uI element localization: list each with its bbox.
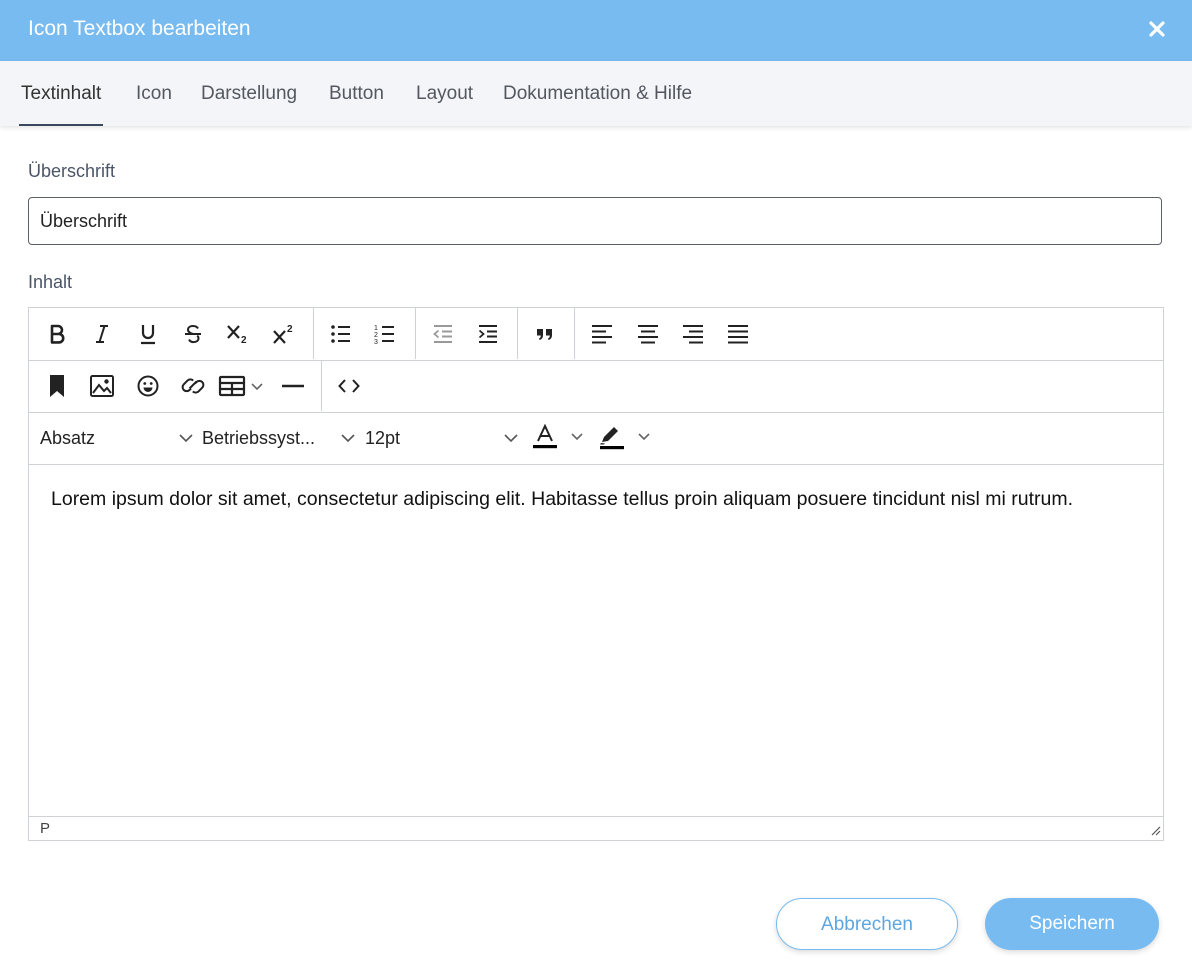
align-center-icon[interactable] xyxy=(631,318,665,350)
underline-icon[interactable] xyxy=(131,318,165,350)
numbered-list-icon[interactable]: 123 xyxy=(368,318,402,350)
rich-text-editor: 2 2 123 Absatz Betriebssyst... 12pt Lore… xyxy=(28,307,1164,841)
font-size-select[interactable]: 12pt xyxy=(365,412,521,463)
block-format-select[interactable]: Absatz xyxy=(40,412,195,463)
highlight-color-icon[interactable] xyxy=(596,422,658,454)
tab-darstellung[interactable]: Darstellung xyxy=(201,61,297,126)
heading-input[interactable] xyxy=(28,197,1162,245)
tab-textinhalt[interactable]: Textinhalt xyxy=(18,61,104,126)
blockquote-icon[interactable] xyxy=(528,318,562,350)
bold-icon[interactable] xyxy=(40,318,74,350)
horizontal-rule-icon[interactable] xyxy=(276,370,310,402)
editor-toolbar-row-3: Absatz Betriebssyst... 12pt xyxy=(29,412,1163,465)
align-left-icon[interactable] xyxy=(585,318,619,350)
font-family-value: Betriebssyst... xyxy=(202,428,316,448)
chevron-down-icon xyxy=(179,434,193,443)
tab-icon[interactable]: Icon xyxy=(136,61,172,126)
toolbar-separator xyxy=(517,308,518,359)
font-family-select[interactable]: Betriebssyst... xyxy=(202,412,358,463)
tab-bar: Textinhalt Icon Darstellung Button Layou… xyxy=(0,61,1192,126)
toolbar-separator xyxy=(321,360,322,411)
resize-handle-icon[interactable] xyxy=(1149,823,1161,840)
dialog-header: Icon Textbox bearbeiten xyxy=(0,0,1192,61)
toolbar-separator xyxy=(574,308,575,359)
strikethrough-icon[interactable] xyxy=(176,318,210,350)
content-field-label: Inhalt xyxy=(28,272,73,292)
cancel-button[interactable]: Abbrechen xyxy=(776,898,958,950)
close-icon[interactable] xyxy=(1144,16,1170,42)
svg-text:2: 2 xyxy=(287,324,293,335)
svg-text:2: 2 xyxy=(241,335,247,346)
element-path[interactable]: P xyxy=(40,820,50,837)
outdent-icon[interactable] xyxy=(426,318,460,350)
align-justify-icon[interactable] xyxy=(721,318,755,350)
indent-icon[interactable] xyxy=(471,318,505,350)
tab-layout[interactable]: Layout xyxy=(416,61,473,126)
emoji-icon[interactable] xyxy=(131,370,165,402)
superscript-icon[interactable]: 2 xyxy=(267,318,301,350)
editor-toolbar-row-1: 2 2 123 xyxy=(29,308,1163,361)
source-code-icon[interactable] xyxy=(332,370,366,402)
subscript-icon[interactable]: 2 xyxy=(221,318,255,350)
tab-button[interactable]: Button xyxy=(329,61,384,126)
toolbar-separator xyxy=(415,308,416,359)
tab-dokumentation-hilfe[interactable]: Dokumentation & Hilfe xyxy=(503,61,692,126)
svg-text:2: 2 xyxy=(374,332,378,339)
heading-field-label: Überschrift xyxy=(28,161,116,181)
bookmark-icon[interactable] xyxy=(40,370,74,402)
toolbar-separator xyxy=(313,308,314,359)
chevron-down-icon xyxy=(504,434,518,443)
chevron-down-icon xyxy=(341,434,355,443)
bullet-list-icon[interactable] xyxy=(324,318,358,350)
editor-content[interactable]: Lorem ipsum dolor sit amet, consectetur … xyxy=(51,484,1141,514)
svg-text:3: 3 xyxy=(374,339,378,346)
svg-text:1: 1 xyxy=(374,325,378,332)
italic-icon[interactable] xyxy=(85,318,119,350)
save-button[interactable]: Speichern xyxy=(985,898,1159,950)
font-size-value: 12pt xyxy=(365,428,401,448)
editor-toolbar-row-2 xyxy=(29,360,1163,413)
block-format-value: Absatz xyxy=(40,428,96,448)
text-color-icon[interactable] xyxy=(529,422,591,454)
table-icon[interactable] xyxy=(217,370,269,402)
image-icon[interactable] xyxy=(85,370,119,402)
dialog-title: Icon Textbox bearbeiten xyxy=(28,17,251,40)
align-right-icon[interactable] xyxy=(676,318,710,350)
editor-statusbar: P xyxy=(29,816,1163,841)
link-icon[interactable] xyxy=(176,370,210,402)
